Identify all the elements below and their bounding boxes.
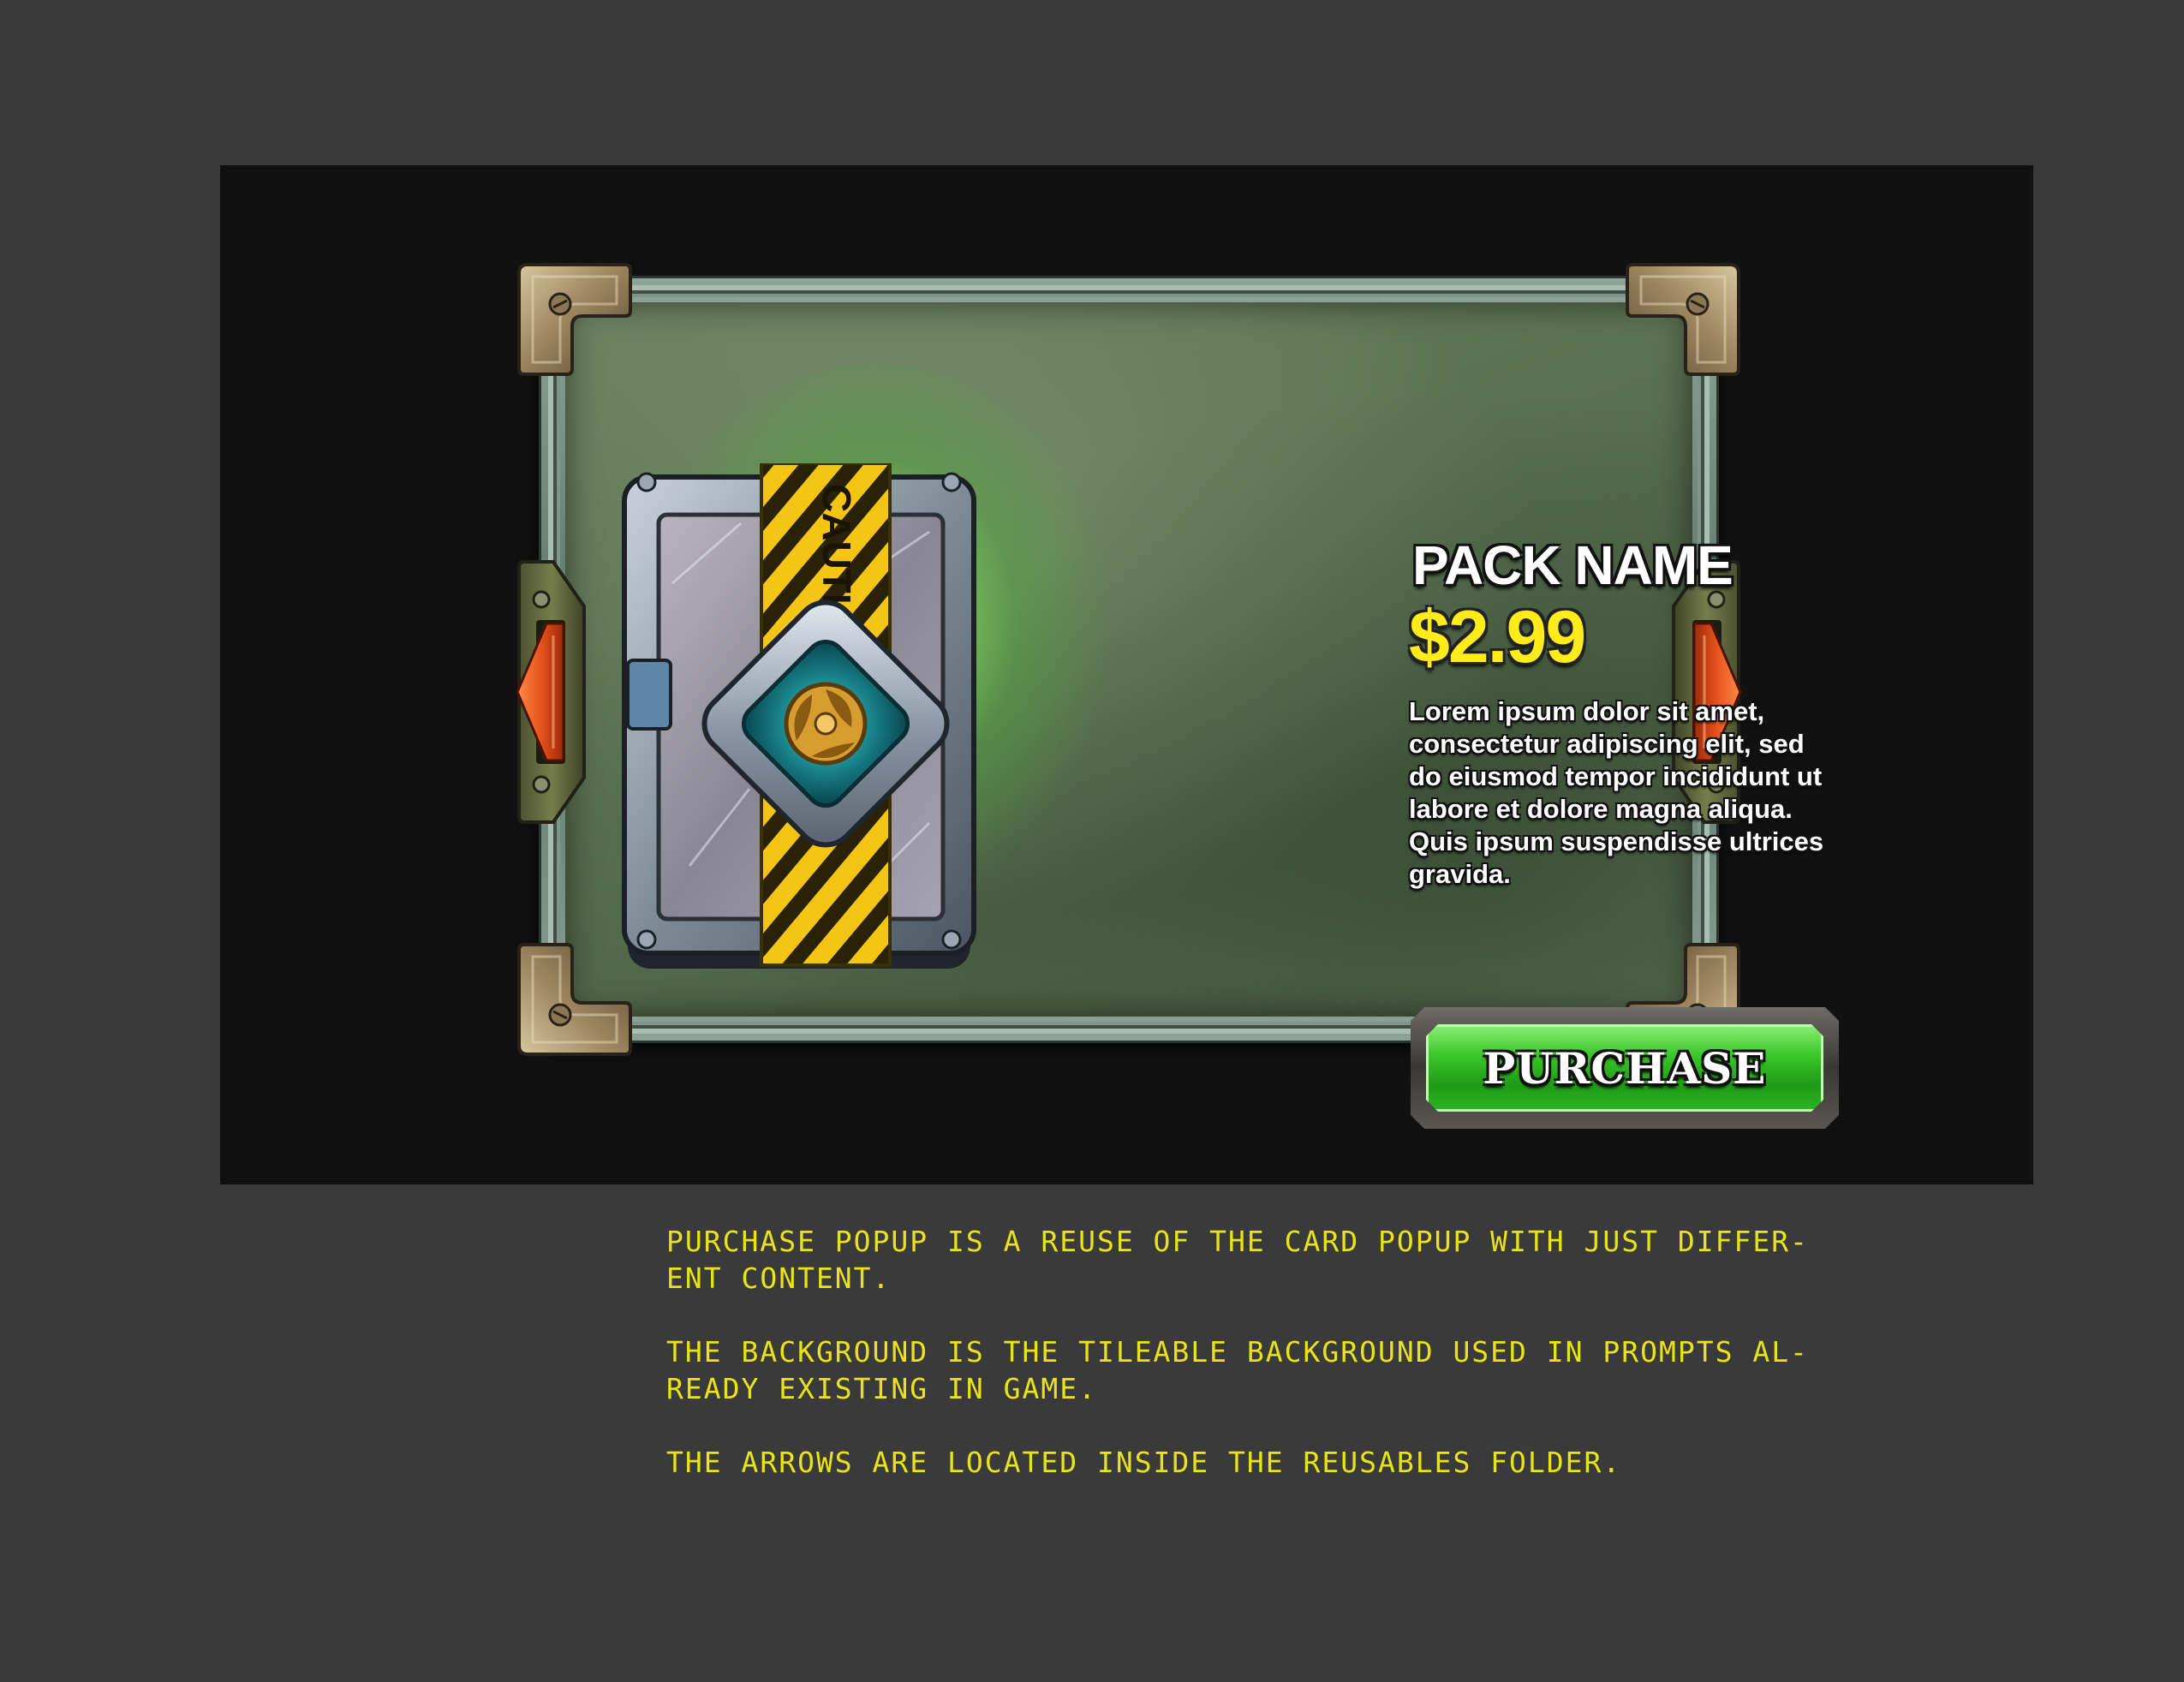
game-screen: CAUTION! PACK NAME $2.99 Lorem ipsum dol… [220, 165, 2033, 1184]
pack-info: PACK NAME $2.99 Lorem ipsum dolor sit am… [1409, 534, 1854, 891]
purchase-button[interactable]: PURCHASE [1411, 1007, 1839, 1129]
design-note: PURCHASE POPUP IS A REUSE OF THE CARD PO… [666, 1225, 1809, 1295]
pack-name: PACK NAME [1412, 534, 1733, 596]
chevron-left-icon [516, 560, 586, 824]
purchase-button-label: PURCHASE [1483, 1042, 1767, 1094]
pack-description: Lorem ipsum dolor sit amet, consectetur … [1409, 696, 1824, 889]
design-note: THE ARROWS ARE LOCATED INSIDE THE REUSAB… [666, 1446, 1622, 1479]
card-pack-icon: CAUTION! [622, 463, 976, 969]
previous-pack-button[interactable] [516, 558, 588, 826]
design-note: THE BACKGROUND IS THE TILEABLE BACKGROUN… [666, 1335, 1809, 1405]
corner-bracket-icon [516, 936, 634, 1058]
pack-price: $2.99 [1409, 596, 1586, 678]
design-notes: PURCHASE POPUP IS A REUSE OF THE CARD PO… [666, 1223, 1814, 1518]
corner-bracket-icon [516, 261, 634, 383]
corner-bracket-icon [1624, 261, 1742, 383]
